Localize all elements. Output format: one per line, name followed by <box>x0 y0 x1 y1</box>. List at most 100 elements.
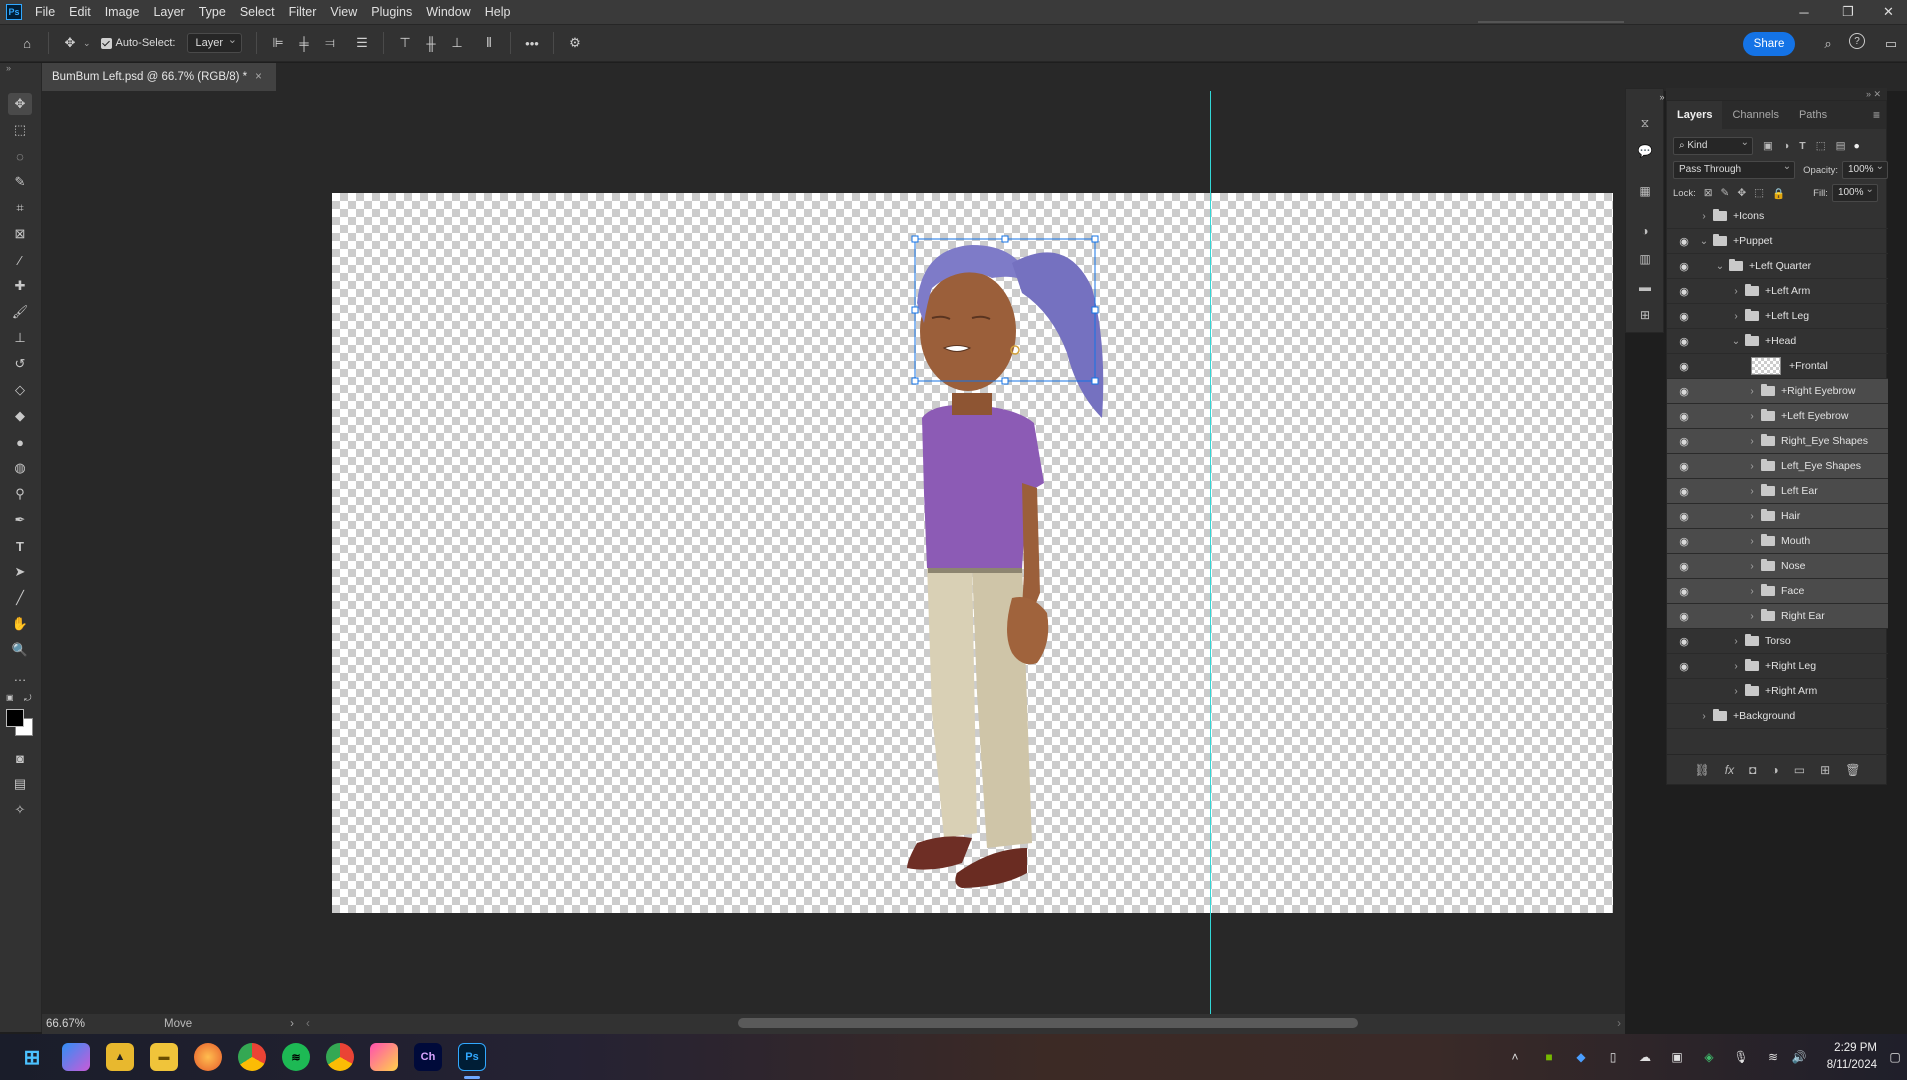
filter-kind-dropdown[interactable]: ⌕ Kind <box>1673 135 1753 155</box>
menu-file[interactable]: File <box>28 0 62 24</box>
more-options-icon[interactable]: ••• <box>521 32 543 54</box>
tab-layers[interactable]: Layers <box>1667 101 1723 129</box>
minimize-icon[interactable]: ─ <box>1782 0 1826 24</box>
filter-pixel-icon[interactable]: ▣ <box>1763 140 1773 152</box>
horizontal-scrollbar[interactable] <box>738 1018 1358 1028</box>
visibility-eye-icon[interactable]: ◉ <box>1676 583 1692 599</box>
chevron-down-icon[interactable]: ⌄ <box>83 38 91 49</box>
photo-app-icon[interactable] <box>370 1043 398 1071</box>
menu-window[interactable]: Window <box>419 0 477 24</box>
layer-row[interactable]: ◉ › Hair <box>1667 504 1888 529</box>
visibility-eye-icon[interactable]: ◉ <box>1676 433 1692 449</box>
rectangular-marquee-icon[interactable]: ⬚ <box>8 119 32 141</box>
move-tool-preset-icon[interactable]: ✥ <box>59 32 81 54</box>
visibility-eye-icon[interactable]: ◉ <box>1676 333 1692 349</box>
layer-row[interactable]: ◉ › Right_Eye Shapes <box>1667 429 1888 454</box>
layer-row[interactable]: ◉ ⌄ +Left Quarter <box>1667 254 1888 279</box>
adjustment-layer-icon[interactable]: ◑ <box>1771 763 1778 777</box>
layer-row[interactable]: ◉ › +Left Arm <box>1667 279 1888 304</box>
visibility-eye-icon[interactable]: ◉ <box>1676 358 1692 374</box>
brush-tool-icon[interactable]: 🖌 <box>8 301 32 323</box>
layer-row[interactable]: ◉ › Nose <box>1667 554 1888 579</box>
menu-filter[interactable]: Filter <box>282 0 324 24</box>
photoshop-taskbar-icon[interactable]: Ps <box>458 1043 486 1071</box>
healing-brush-icon[interactable]: ✚ <box>8 275 32 297</box>
chevron-right-icon[interactable]: › <box>1747 386 1757 397</box>
show-hidden-icons-chevron[interactable]: ˄ <box>1506 1048 1524 1066</box>
visibility-eye-icon[interactable]: ◉ <box>1676 508 1692 524</box>
lasso-tool-icon[interactable]: ◌ <box>8 145 32 167</box>
chevron-right-icon[interactable]: › <box>1747 486 1757 497</box>
blend-mode-dropdown[interactable]: Pass Through <box>1673 159 1796 179</box>
close-tab-icon[interactable]: × <box>255 71 262 83</box>
layer-row[interactable]: ◉ › Mouth <box>1667 529 1888 554</box>
document-canvas[interactable] <box>332 193 1613 913</box>
history-panel-icon[interactable]: ⧖ <box>1635 113 1655 133</box>
game-app-icon[interactable]: ▲ <box>106 1043 134 1071</box>
copilot-icon[interactable] <box>62 1043 90 1071</box>
foreground-color-swatch[interactable] <box>6 709 24 727</box>
line-tool-icon[interactable]: ╱ <box>8 587 32 609</box>
nvidia-tray-icon[interactable]: ■ <box>1540 1048 1558 1066</box>
chevron-right-icon[interactable]: › <box>1747 611 1757 622</box>
chrome-profile-icon[interactable] <box>326 1043 354 1071</box>
settings-gear-icon[interactable]: ⚙ <box>564 32 586 54</box>
defender-tray-icon[interactable]: ◆ <box>1572 1048 1590 1066</box>
visibility-eye-icon[interactable]: ◉ <box>1676 308 1692 324</box>
layer-row[interactable]: ◉ › Torso <box>1667 629 1888 654</box>
align-vertical-centers-icon[interactable]: ╫ <box>420 32 442 54</box>
menu-type[interactable]: Type <box>192 0 233 24</box>
visibility-eye-icon[interactable]: ◉ <box>1676 533 1692 549</box>
clone-stamp-icon[interactable]: ⊥ <box>8 327 32 349</box>
default-colors-icon[interactable]: ▣ <box>6 693 14 702</box>
lock-transparent-icon[interactable]: ⊠ <box>1704 187 1713 199</box>
chevron-right-icon[interactable]: › <box>1731 686 1741 697</box>
chevron-right-icon[interactable]: › <box>1731 311 1741 322</box>
visibility-eye-icon[interactable]: ◉ <box>1676 633 1692 649</box>
layer-row[interactable]: ◉ ⌄ +Head <box>1667 329 1888 354</box>
menu-plugins[interactable]: Plugins <box>364 0 419 24</box>
visibility-eye-icon[interactable]: ◉ <box>1676 408 1692 424</box>
visibility-eye-icon[interactable]: ◉ <box>1676 383 1692 399</box>
path-selection-icon[interactable]: ➤ <box>8 561 32 583</box>
filter-adjustment-icon[interactable]: ◑ <box>1783 140 1789 152</box>
more-tools-icon[interactable]: … <box>8 665 32 687</box>
chevron-right-icon[interactable]: › <box>1747 511 1757 522</box>
usb-tray-icon[interactable]: ▯ <box>1604 1048 1622 1066</box>
dodge-tool-icon[interactable]: ◍ <box>8 457 32 479</box>
layer-style-fx-icon[interactable]: fx <box>1725 763 1734 777</box>
chevron-right-icon[interactable]: › <box>1747 461 1757 472</box>
layer-row[interactable]: 👁 › +Right Arm <box>1667 679 1888 704</box>
file-explorer-icon[interactable]: ▬ <box>150 1043 178 1071</box>
gradients-panel-icon[interactable]: ▬ <box>1635 277 1655 297</box>
chevron-right-icon[interactable]: › <box>1731 661 1741 672</box>
pen-tool-icon[interactable]: ✒ <box>8 509 32 531</box>
new-layer-icon[interactable]: ⊞ <box>1820 763 1830 777</box>
lock-all-icon[interactable]: 🔒 <box>1772 187 1785 200</box>
microphone-icon[interactable]: 🎙 <box>1732 1048 1750 1066</box>
layer-row[interactable]: 👁 › +Background <box>1667 704 1888 729</box>
layer-row[interactable]: ◉ › +Right Eyebrow <box>1667 379 1888 404</box>
menu-view[interactable]: View <box>323 0 364 24</box>
adjustments-panel-icon[interactable]: ◑ <box>1635 221 1655 241</box>
layer-row[interactable]: ◉ +Frontal <box>1667 354 1888 379</box>
delete-layer-icon[interactable]: 🗑 <box>1845 763 1860 777</box>
layer-row[interactable]: ◉ › +Left Eyebrow <box>1667 404 1888 429</box>
menu-select[interactable]: Select <box>233 0 282 24</box>
visibility-eye-icon[interactable]: ◉ <box>1676 483 1692 499</box>
quick-selection-icon[interactable]: ✎ <box>8 171 32 193</box>
lock-artboard-icon[interactable]: ⬚ <box>1754 187 1764 199</box>
home-icon[interactable]: ⌂ <box>16 32 38 54</box>
chevron-right-icon[interactable]: › <box>1747 536 1757 547</box>
menu-layer[interactable]: Layer <box>146 0 191 24</box>
app-tray-icon[interactable]: ▣ <box>1668 1048 1686 1066</box>
layer-row[interactable]: ◉ › Face <box>1667 579 1888 604</box>
status-expand-icon[interactable]: › <box>290 1018 294 1030</box>
crop-tool-icon[interactable]: ⌗ <box>8 197 32 219</box>
visibility-eye-icon[interactable]: ◉ <box>1676 233 1692 249</box>
fill-input[interactable]: 100% <box>1831 182 1878 202</box>
chevron-right-icon[interactable]: › <box>1747 561 1757 572</box>
start-button[interactable]: ⊞ <box>18 1043 46 1071</box>
visibility-hidden-icon[interactable]: 👁 <box>1676 208 1692 224</box>
quick-mask-icon[interactable]: ◙ <box>8 747 32 769</box>
